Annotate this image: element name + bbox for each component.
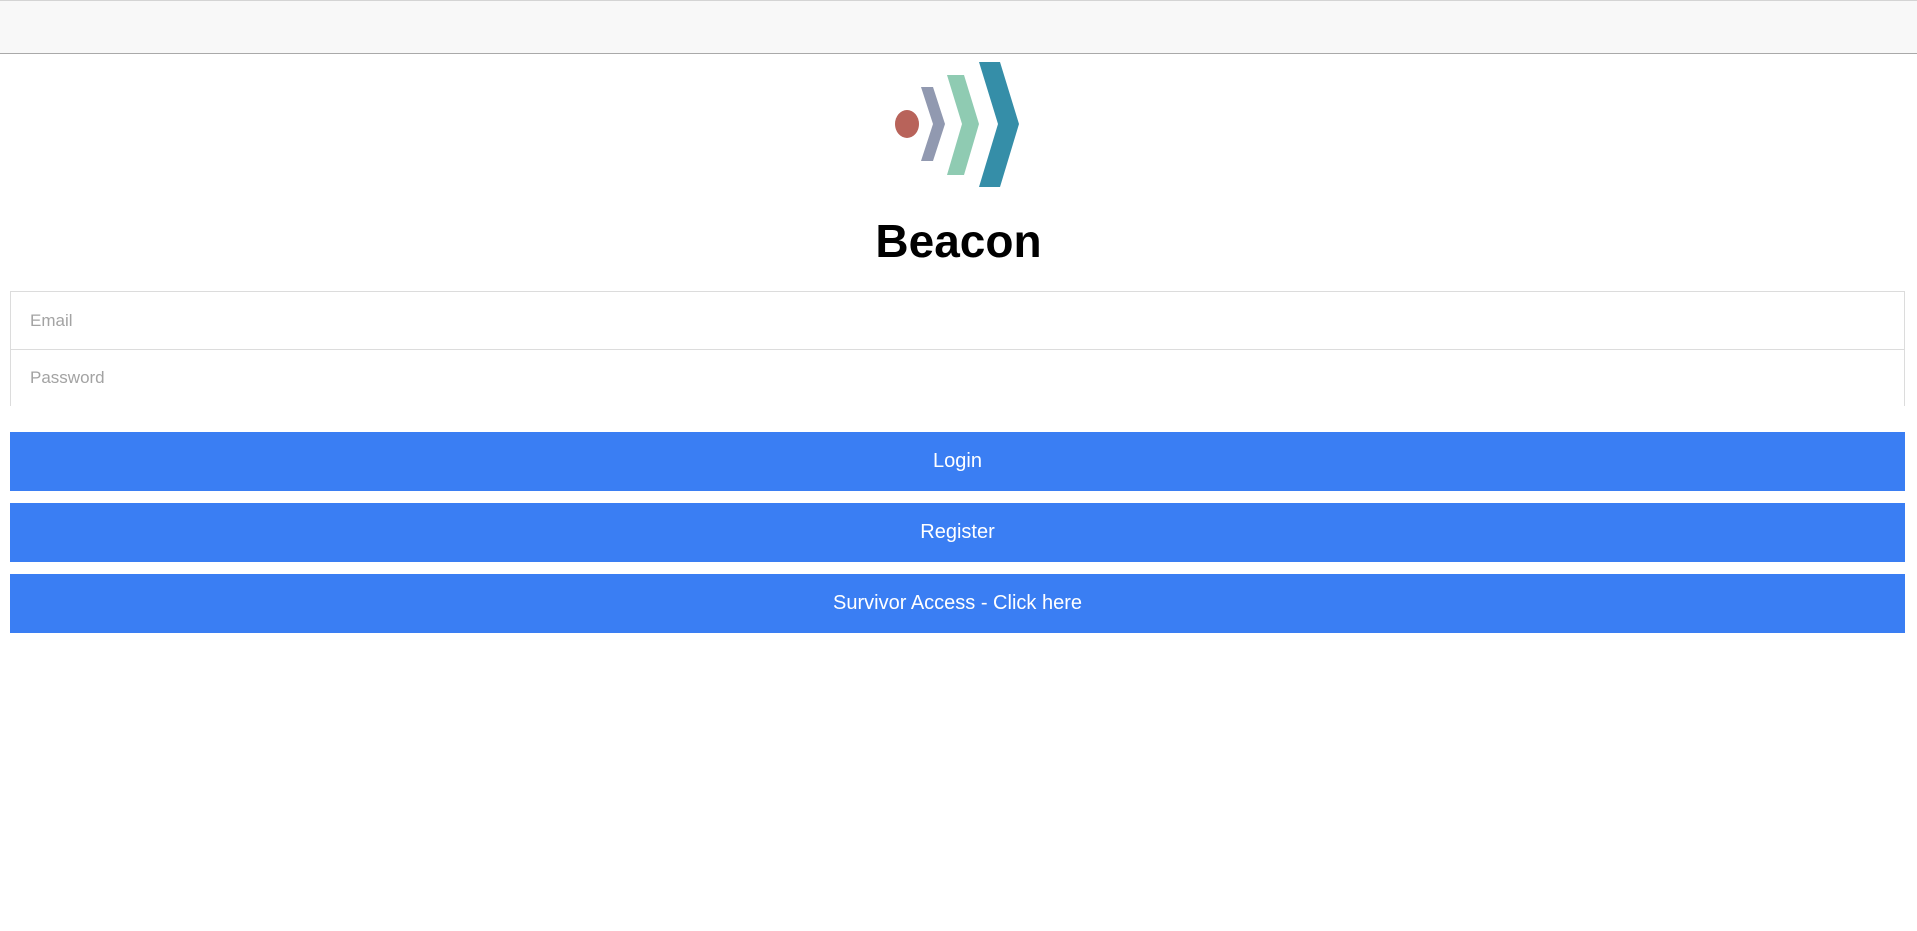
password-field[interactable]	[10, 349, 1905, 406]
login-button[interactable]: Login	[10, 432, 1905, 491]
survivor-access-button[interactable]: Survivor Access - Click here	[10, 574, 1905, 633]
email-field[interactable]	[10, 291, 1905, 349]
beacon-logo-icon	[895, 62, 1019, 187]
app-title: Beacon	[875, 215, 1042, 267]
logo-dot	[895, 110, 919, 138]
login-form	[10, 291, 1905, 406]
logo-chevron-large	[979, 62, 1019, 187]
logo-chevron-medium	[947, 75, 979, 175]
register-button[interactable]: Register	[10, 503, 1905, 562]
logo-chevron-small	[921, 87, 945, 161]
top-navbar	[0, 0, 1917, 54]
